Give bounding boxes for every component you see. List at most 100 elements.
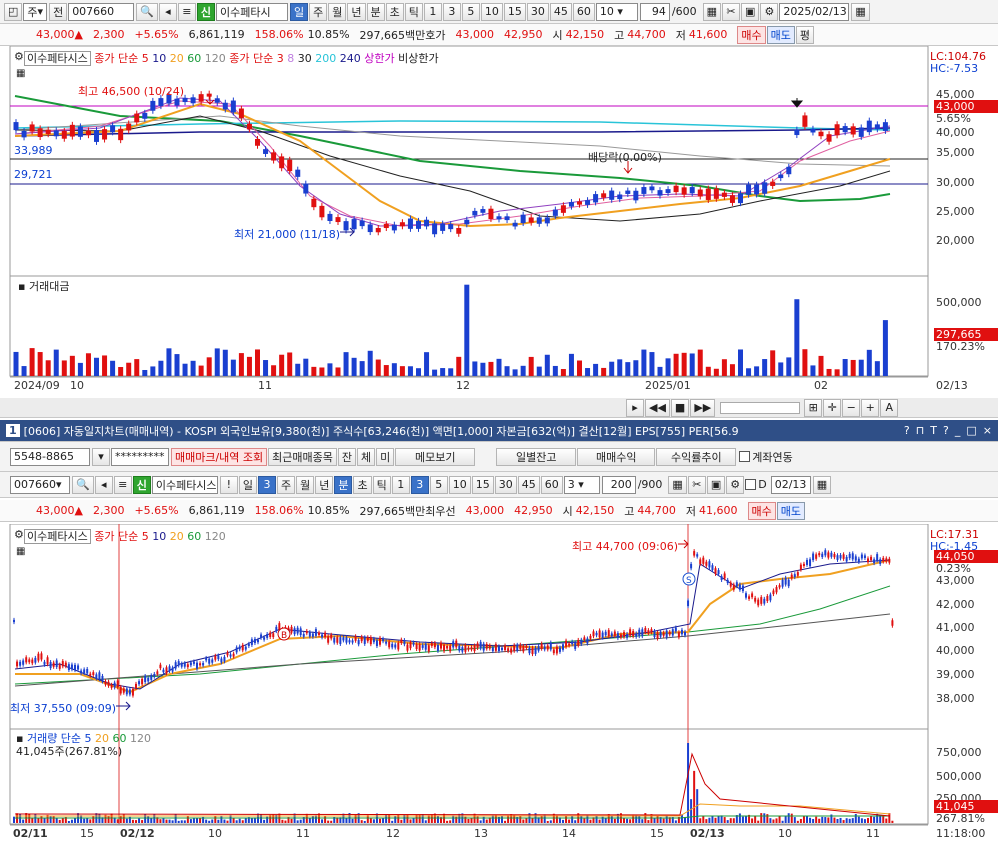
market-select[interactable]: 주 ▾ (23, 2, 48, 21)
period-tick[interactable]: 틱 (404, 2, 423, 21)
buy-button[interactable]: 매수 (737, 25, 766, 44)
password-field[interactable]: ********* (111, 447, 169, 466)
legend-stock-name[interactable]: 이수페타시스 (24, 51, 91, 66)
bottom-speaker-icon[interactable]: ◂ (94, 475, 113, 494)
alert-button[interactable]: ! (219, 475, 238, 494)
interval-15[interactable]: 15 (503, 2, 526, 21)
period-month[interactable]: 월 (328, 2, 347, 21)
grid-icon[interactable]: ▦ (702, 2, 721, 21)
legend-ma120[interactable]: 120 (205, 52, 226, 65)
period-week[interactable]: 주 (309, 2, 328, 21)
interval-1[interactable]: 1 (423, 2, 442, 21)
window-icon[interactable]: ◰ (4, 2, 23, 21)
maximize-icon[interactable]: □ (966, 424, 976, 437)
interval-10[interactable]: 10 (480, 2, 503, 21)
unfilled-tab[interactable]: 미 (376, 447, 395, 466)
rewind-button[interactable]: ◀◀ (645, 398, 670, 417)
zoom-icon[interactable]: ⊞ (804, 398, 823, 417)
help-icon[interactable]: ? (904, 424, 910, 437)
bottom-period-day[interactable]: 일 (238, 475, 257, 494)
bottom-grid-icon[interactable]: ▦ (668, 475, 687, 494)
bottom-interval-3[interactable]: 3 (410, 475, 429, 494)
b-legend-stock-name[interactable]: 이수페타시스 (24, 529, 91, 544)
account-select[interactable]: 5548-8865 (10, 447, 90, 466)
legend-ma20[interactable]: 20 (170, 52, 184, 65)
stock-name-field[interactable]: 이수페타시 (216, 2, 289, 21)
bottom-period-tick[interactable]: 틱 (372, 475, 391, 494)
speaker-icon[interactable]: ◂ (158, 2, 177, 21)
zoom-slider[interactable] (720, 401, 801, 414)
mark-history-button[interactable]: 매매마크/내역 조회 (171, 447, 268, 466)
bottom-date-input[interactable]: 02/13 (770, 475, 811, 494)
eval-button[interactable]: 평 (795, 25, 815, 44)
plus-button[interactable]: + (861, 398, 880, 417)
close-icon[interactable]: × (983, 424, 992, 437)
memo-button[interactable]: 메모보기 (395, 447, 476, 466)
account-link-checkbox[interactable] (739, 451, 751, 462)
return-trend-button[interactable]: 수익률추이 (656, 447, 737, 466)
legend-ma5[interactable]: 종가 단순 5 (94, 52, 148, 65)
legend-ma240[interactable]: 240 (340, 52, 361, 65)
interval-60[interactable]: 60 (572, 2, 595, 21)
bottom-period-second[interactable]: 초 (353, 475, 372, 494)
d-checkbox[interactable] (745, 479, 757, 490)
b-legend-ma20[interactable]: 20 (170, 530, 184, 543)
legend-ma8[interactable]: 8 (287, 52, 294, 65)
bottom-interval-15[interactable]: 15 (471, 475, 494, 494)
daily-balance-button[interactable]: 일별잔고 (496, 447, 577, 466)
bottom-page-input[interactable]: 200 (601, 475, 636, 494)
bottom-code-input[interactable]: 007660 ▾ (10, 475, 70, 494)
legend-limit-non[interactable]: 비상한가 (398, 52, 438, 65)
legend-ma10[interactable]: 10 (152, 52, 166, 65)
period-second[interactable]: 초 (385, 2, 404, 21)
crosshair-icon[interactable]: ✛ (823, 398, 842, 417)
prev-button[interactable]: 전 (49, 2, 68, 21)
bottom-period-month[interactable]: 월 (296, 475, 315, 494)
b-sell-button[interactable]: 매도 (776, 501, 806, 520)
pin-icon[interactable]: ⊓ (916, 424, 925, 437)
bottom-period-week[interactable]: 주 (276, 475, 296, 494)
settings-icon[interactable]: ⚙ (14, 50, 24, 63)
bottom-list-icon[interactable]: ≡ (113, 475, 132, 494)
bottom-count-select[interactable]: 3 ▾ (563, 475, 600, 494)
legend-limit-up[interactable]: 상한가 (364, 52, 394, 65)
bottom-save-icon[interactable]: ▣ (706, 475, 726, 494)
bottom-interval-10[interactable]: 10 (448, 475, 471, 494)
minute-chart-svg[interactable]: S B (0, 524, 998, 844)
legend-ma3[interactable]: 종가 단순 3 (229, 52, 283, 65)
b-buy-button[interactable]: 매수 (747, 501, 776, 520)
forward-button[interactable]: ▶▶ (690, 398, 716, 417)
bottom-period-minute[interactable]: 분 (334, 475, 353, 494)
page-input[interactable]: 94 (639, 2, 670, 21)
period-year[interactable]: 년 (347, 2, 366, 21)
period-minute[interactable]: 분 (366, 2, 385, 21)
stop-button[interactable]: ■ (670, 398, 690, 417)
tools-icon[interactable]: ✂ (722, 2, 740, 21)
count-select[interactable]: 10 ▾ (595, 2, 638, 21)
legend-ma200[interactable]: 200 (315, 52, 336, 65)
save-icon[interactable]: ▣ (741, 2, 760, 21)
legend-ma60[interactable]: 60 (187, 52, 201, 65)
interval-5[interactable]: 5 (461, 2, 480, 21)
bottom-interval-30[interactable]: 30 (494, 475, 517, 494)
recent-stocks-button[interactable]: 최근매매종목 (268, 447, 337, 466)
interval-30[interactable]: 30 (526, 2, 549, 21)
b-legend-ma120[interactable]: 120 (205, 530, 226, 543)
sell-button[interactable]: 매도 (766, 25, 795, 44)
b-legend-ma60[interactable]: 60 (187, 530, 201, 543)
legend-ma30[interactable]: 30 (298, 52, 312, 65)
b-legend-ma10[interactable]: 10 (152, 530, 166, 543)
bottom-stock-name[interactable]: 이수페타시스 (151, 475, 218, 494)
account-dropdown-icon[interactable]: ▾ (92, 447, 110, 466)
gear-icon[interactable]: ⚙ (760, 2, 779, 21)
list-icon[interactable]: ≡ (177, 2, 196, 21)
filled-tab[interactable]: 체 (357, 447, 376, 466)
stock-code-input[interactable]: 007660 (68, 2, 135, 21)
trade-profit-button[interactable]: 매매수익 (577, 447, 656, 466)
scroll-right-button[interactable]: ▸ (626, 398, 644, 417)
bottom-gear-icon[interactable]: ⚙ (726, 475, 745, 494)
date-input[interactable]: 2025/02/13 (779, 2, 850, 21)
b-legend-ma5[interactable]: 종가 단순 5 (94, 530, 148, 543)
b-settings-icon[interactable]: ⚙ (14, 528, 24, 541)
bottom-search-icon[interactable]: 🔍 (72, 475, 94, 494)
